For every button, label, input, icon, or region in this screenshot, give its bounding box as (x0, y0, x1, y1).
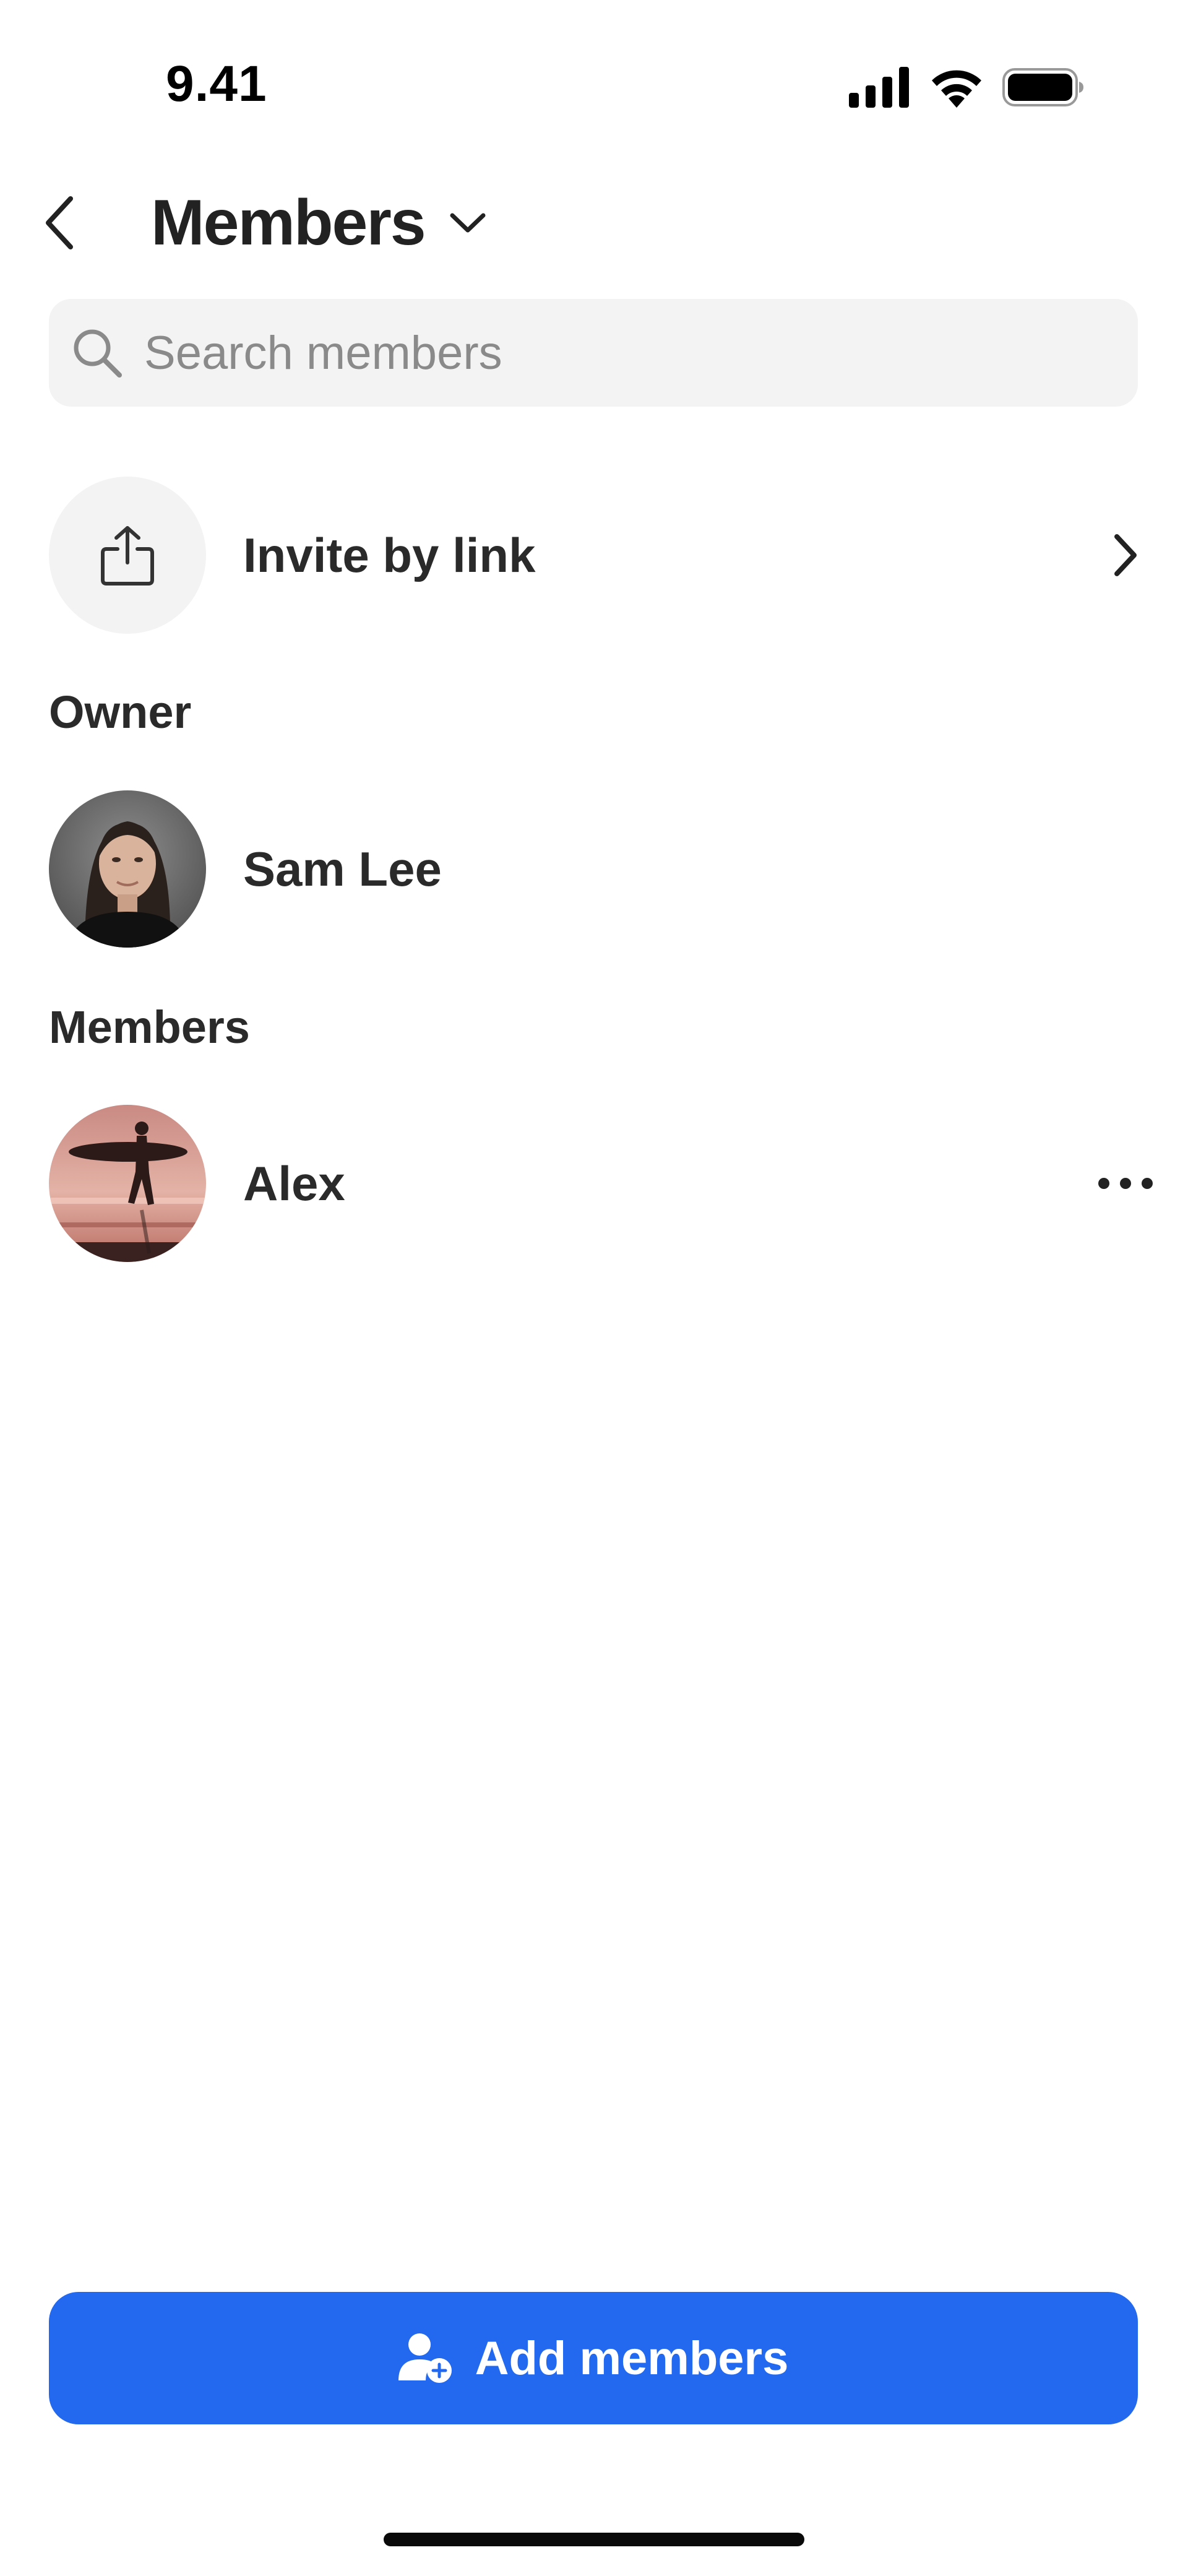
member-name: Alex (243, 1156, 345, 1211)
member-row[interactable]: Alex (49, 1105, 1163, 1262)
member-options-button[interactable] (1088, 1146, 1163, 1221)
add-members-button[interactable]: Add members (49, 2292, 1138, 2424)
page-title: Members (151, 187, 426, 259)
chevron-left-icon (46, 196, 73, 249)
add-members-label: Add members (475, 2332, 789, 2385)
members-section-title: Members (49, 1001, 250, 1053)
header-title-dropdown[interactable]: Members (151, 189, 487, 257)
wifi-icon (932, 70, 981, 108)
share-icon (101, 526, 154, 586)
search-icon (74, 329, 122, 378)
avatar-sam-lee (49, 790, 206, 948)
battery-icon (1002, 68, 1083, 106)
invite-by-link-row[interactable]: Invite by link (49, 477, 1163, 634)
owner-name: Sam Lee (243, 841, 442, 896)
signal-icon (849, 67, 909, 108)
add-person-icon (398, 2333, 452, 2383)
status-icons (849, 67, 1084, 108)
chevron-right-icon (1114, 534, 1137, 576)
more-icon (1098, 1178, 1153, 1189)
status-time: 9.41 (166, 56, 267, 112)
invite-by-link-label: Invite by link (243, 527, 536, 582)
invite-chevron (1088, 518, 1163, 592)
chevron-down-icon (450, 213, 486, 233)
home-indicator (384, 2533, 804, 2546)
search-bar[interactable] (49, 299, 1138, 407)
avatar-alex (49, 1105, 206, 1262)
search-input[interactable] (143, 325, 1074, 381)
owner-row[interactable]: Sam Lee (49, 790, 1163, 948)
owner-section-title: Owner (49, 686, 192, 738)
invite-icon-circle (49, 477, 206, 634)
back-button[interactable] (37, 192, 80, 254)
